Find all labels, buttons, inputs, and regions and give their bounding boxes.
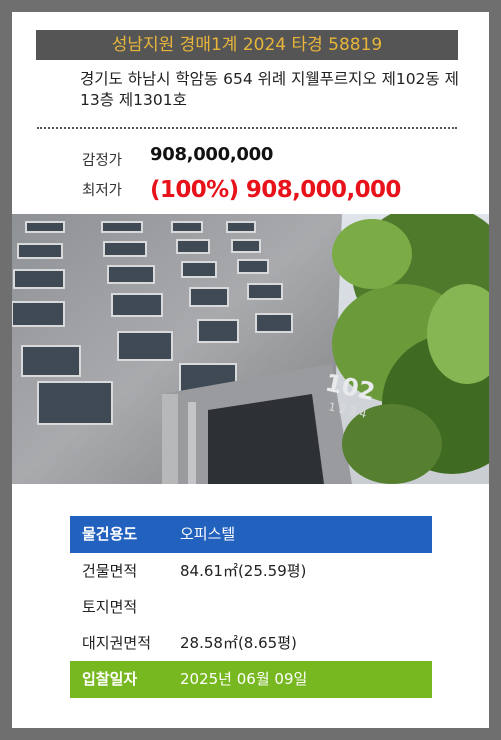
bid-date-label: 입찰일자 [82, 670, 138, 688]
appraisal-value: 908,000,000 [150, 144, 274, 165]
appraisal-label: 감정가 [82, 153, 123, 169]
auction-card: 성남지원 경매1계 2024 타경 58819 경기도 하남시 학암동 654 … [12, 12, 489, 728]
building-area-row: 건물면적 84.61㎡(25.59평) [70, 553, 432, 589]
usage-label: 물건용도 [82, 525, 138, 543]
bid-date-value: 2025년 06월 09일 [180, 670, 308, 688]
land-area-row: 토지면적 [70, 589, 432, 625]
minimum-price-value: (100%) 908,000,000 [150, 177, 401, 203]
land-right-area-row: 대지권면적 28.58㎡(8.65평) [70, 625, 432, 661]
land-right-area-value: 28.58㎡(8.65평) [180, 634, 297, 652]
land-right-area-label: 대지권면적 [82, 634, 152, 652]
usage-row: 물건용도 오피스텔 [70, 516, 432, 553]
bid-date-row: 입찰일자 2025년 06월 09일 [70, 661, 432, 698]
divider [37, 127, 457, 129]
building-area-value: 84.61㎡(25.59평) [180, 562, 307, 580]
usage-value: 오피스텔 [180, 525, 236, 543]
building-photo: 102 1 2 3 4 [12, 214, 489, 484]
property-address: 경기도 하남시 학암동 654 위례 지웰푸르지오 제102동 제13층 제13… [80, 70, 459, 109]
building-area-label: 건물면적 [82, 562, 138, 580]
court-case-header: 성남지원 경매1계 2024 타경 58819 [36, 30, 458, 60]
property-info-table: 물건용도 오피스텔 건물면적 84.61㎡(25.59평) 토지면적 대지권면적… [70, 516, 432, 698]
land-area-label: 토지면적 [82, 598, 138, 616]
minimum-price-label: 최저가 [82, 183, 123, 199]
